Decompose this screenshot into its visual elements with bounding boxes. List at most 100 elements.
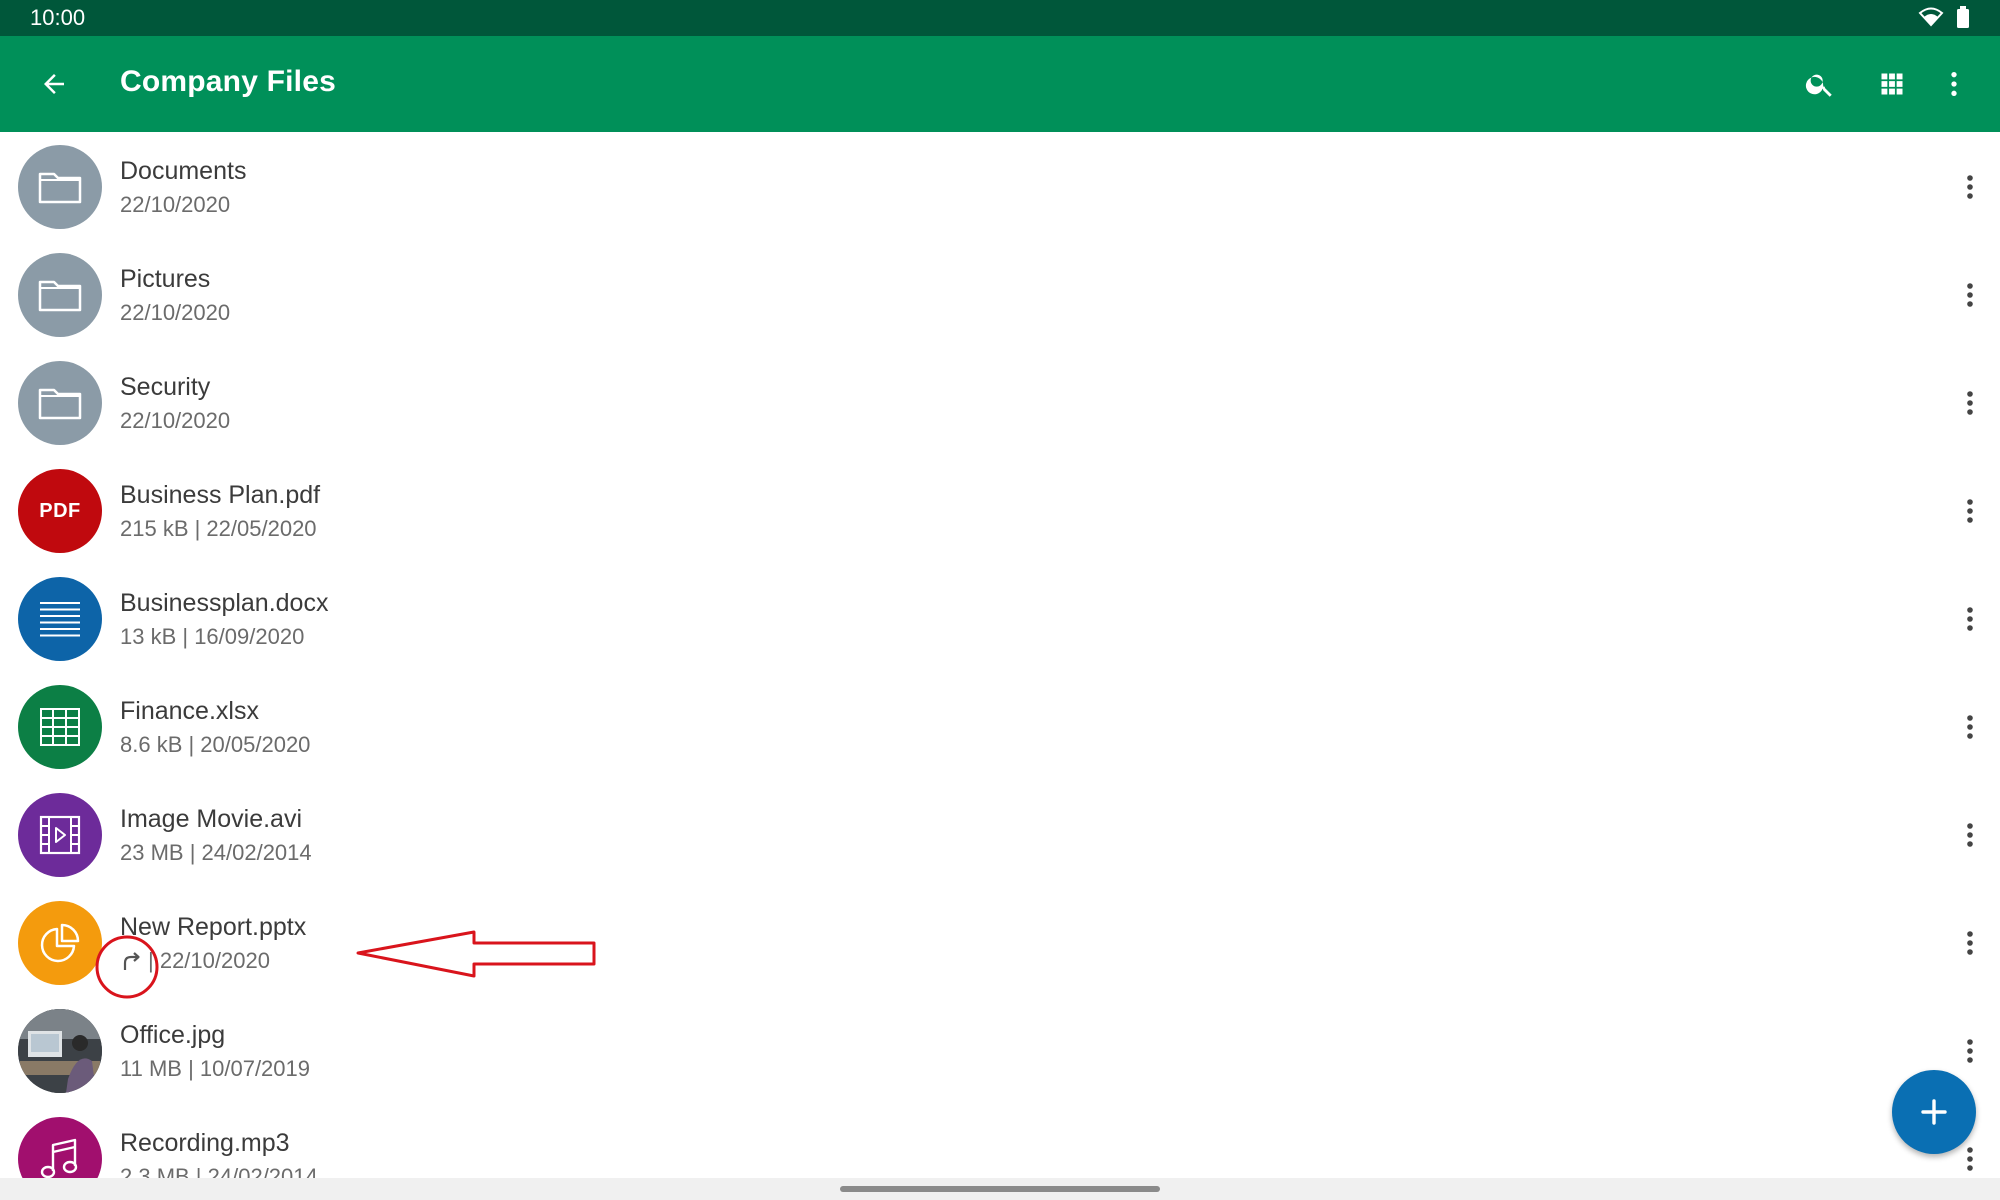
file-name: Business Plan.pdf bbox=[120, 481, 321, 509]
list-item[interactable]: Security 22/10/2020 bbox=[0, 348, 2000, 456]
more-vert-icon bbox=[1967, 175, 1973, 199]
file-meta: 11 MB | 10/07/2019 bbox=[120, 1056, 310, 1082]
file-name: Security bbox=[120, 373, 211, 401]
image-thumbnail bbox=[18, 1009, 102, 1093]
file-name: Documents bbox=[120, 157, 247, 185]
file-avatar bbox=[18, 577, 102, 661]
back-button[interactable] bbox=[34, 64, 74, 104]
more-vert-icon bbox=[1967, 499, 1973, 523]
folder-icon bbox=[38, 280, 82, 312]
file-meta-text: | 22/10/2020 bbox=[148, 948, 270, 973]
add-file-button[interactable] bbox=[1892, 1070, 1976, 1154]
file-meta: 22/10/2020 bbox=[120, 192, 230, 218]
file-meta: 22/10/2020 bbox=[120, 408, 230, 434]
more-vert-icon bbox=[1967, 607, 1973, 631]
file-meta-text: 23 MB | 24/02/2014 bbox=[120, 840, 312, 865]
file-avatar bbox=[18, 253, 102, 337]
file-avatar bbox=[18, 793, 102, 877]
status-time: 10:00 bbox=[30, 5, 86, 30]
folder-icon bbox=[38, 172, 82, 204]
status-icons bbox=[1918, 6, 1970, 28]
overflow-menu-button[interactable] bbox=[1934, 64, 1974, 104]
file-menu-button[interactable] bbox=[1950, 378, 1990, 428]
file-meta: 2.3 MB | 24/02/2014 bbox=[120, 1164, 318, 1178]
page-title: Company Files bbox=[120, 65, 336, 98]
file-avatar bbox=[18, 145, 102, 229]
file-meta-text: 11 MB | 10/07/2019 bbox=[120, 1056, 310, 1081]
file-meta: | 22/10/2020 bbox=[120, 948, 270, 974]
app-bar: Company Files bbox=[0, 36, 2000, 132]
file-menu-button[interactable] bbox=[1950, 486, 1990, 536]
file-avatar bbox=[18, 901, 102, 985]
grid-view-icon bbox=[1881, 73, 1903, 95]
share-arrow-icon bbox=[120, 950, 142, 972]
search-icon bbox=[1805, 74, 1832, 97]
home-gesture-handle[interactable] bbox=[840, 1186, 1160, 1192]
file-menu-button[interactable] bbox=[1950, 918, 1990, 968]
list-item[interactable]: New Report.pptx | 22/10/2020 bbox=[0, 888, 2000, 996]
list-item[interactable]: Finance.xlsx 8.6 kB | 20/05/2020 bbox=[0, 672, 2000, 780]
file-meta-text: 22/10/2020 bbox=[120, 408, 231, 433]
file-meta-text: 8.6 kB | 20/05/2020 bbox=[120, 732, 311, 757]
file-menu-button[interactable] bbox=[1950, 270, 1990, 320]
file-meta: 8.6 kB | 20/05/2020 bbox=[120, 732, 310, 758]
wifi-icon bbox=[1918, 7, 1944, 27]
file-name: New Report.pptx bbox=[120, 913, 307, 941]
list-item[interactable]: Office.jpg 11 MB | 10/07/2019 bbox=[0, 996, 2000, 1104]
file-meta-text: 22/10/2020 bbox=[120, 192, 231, 217]
video-icon bbox=[39, 815, 81, 855]
more-vert-icon bbox=[1967, 283, 1973, 307]
list-item[interactable]: Documents 22/10/2020 bbox=[0, 132, 2000, 240]
more-vert-icon bbox=[1967, 391, 1973, 415]
file-meta-text: 2.3 MB | 24/02/2014 bbox=[120, 1164, 318, 1178]
file-meta: 215 kB | 22/05/2020 bbox=[120, 516, 317, 542]
office-photo-thumbnail bbox=[18, 1009, 102, 1093]
battery-icon bbox=[1957, 6, 1969, 28]
file-meta-text: 22/10/2020 bbox=[120, 300, 231, 325]
more-vert-icon bbox=[1967, 931, 1973, 955]
navigation-bar bbox=[0, 1178, 2000, 1200]
arrow-back-icon bbox=[44, 74, 64, 94]
file-name: Pictures bbox=[120, 265, 211, 293]
add-icon bbox=[1921, 1099, 1947, 1125]
list-item[interactable]: Image Movie.avi 23 MB | 24/02/2014 bbox=[0, 780, 2000, 888]
file-avatar bbox=[18, 685, 102, 769]
more-vert-icon bbox=[1951, 72, 1957, 96]
file-menu-button[interactable] bbox=[1950, 810, 1990, 860]
file-menu-button[interactable] bbox=[1950, 162, 1990, 212]
more-vert-icon bbox=[1967, 823, 1973, 847]
spreadsheet-icon bbox=[40, 708, 80, 746]
file-menu-button[interactable] bbox=[1950, 594, 1990, 644]
file-menu-button[interactable] bbox=[1950, 702, 1990, 752]
search-button[interactable] bbox=[1800, 64, 1840, 104]
file-meta: 23 MB | 24/02/2014 bbox=[120, 840, 312, 866]
file-meta-text: 13 kB | 16/09/2020 bbox=[120, 624, 305, 649]
file-meta: 13 kB | 16/09/2020 bbox=[120, 624, 304, 650]
presentation-icon bbox=[40, 923, 80, 963]
file-name: Office.jpg bbox=[120, 1021, 226, 1049]
more-vert-icon bbox=[1967, 1039, 1973, 1063]
file-avatar bbox=[18, 361, 102, 445]
grid-view-button[interactable] bbox=[1872, 64, 1912, 104]
more-vert-icon bbox=[1967, 715, 1973, 739]
file-avatar bbox=[18, 1117, 102, 1178]
file-meta-text: 215 kB | 22/05/2020 bbox=[120, 516, 317, 541]
file-name: Recording.mp3 bbox=[120, 1129, 290, 1157]
more-vert-icon bbox=[1967, 1147, 1973, 1171]
file-name: Finance.xlsx bbox=[120, 697, 259, 725]
list-item[interactable]: PDF Business Plan.pdf 215 kB | 22/05/202… bbox=[0, 456, 2000, 564]
document-icon bbox=[40, 602, 80, 637]
list-item[interactable]: Businessplan.docx 13 kB | 16/09/2020 bbox=[0, 564, 2000, 672]
file-list: Documents 22/10/2020 Pictures 22/10/2020… bbox=[0, 132, 2000, 1178]
file-name: Businessplan.docx bbox=[120, 589, 329, 617]
list-item[interactable]: Recording.mp3 2.3 MB | 24/02/2014 bbox=[0, 1104, 2000, 1178]
file-avatar: PDF bbox=[18, 469, 102, 553]
status-bar: 10:00 bbox=[0, 0, 2000, 36]
list-item[interactable]: Pictures 22/10/2020 bbox=[0, 240, 2000, 348]
file-meta: 22/10/2020 bbox=[120, 300, 230, 326]
music-note-icon bbox=[40, 1138, 78, 1178]
folder-icon bbox=[38, 388, 82, 420]
file-name: Image Movie.avi bbox=[120, 805, 303, 833]
pdf-icon: PDF bbox=[39, 499, 81, 522]
file-menu-button[interactable] bbox=[1950, 1026, 1990, 1076]
